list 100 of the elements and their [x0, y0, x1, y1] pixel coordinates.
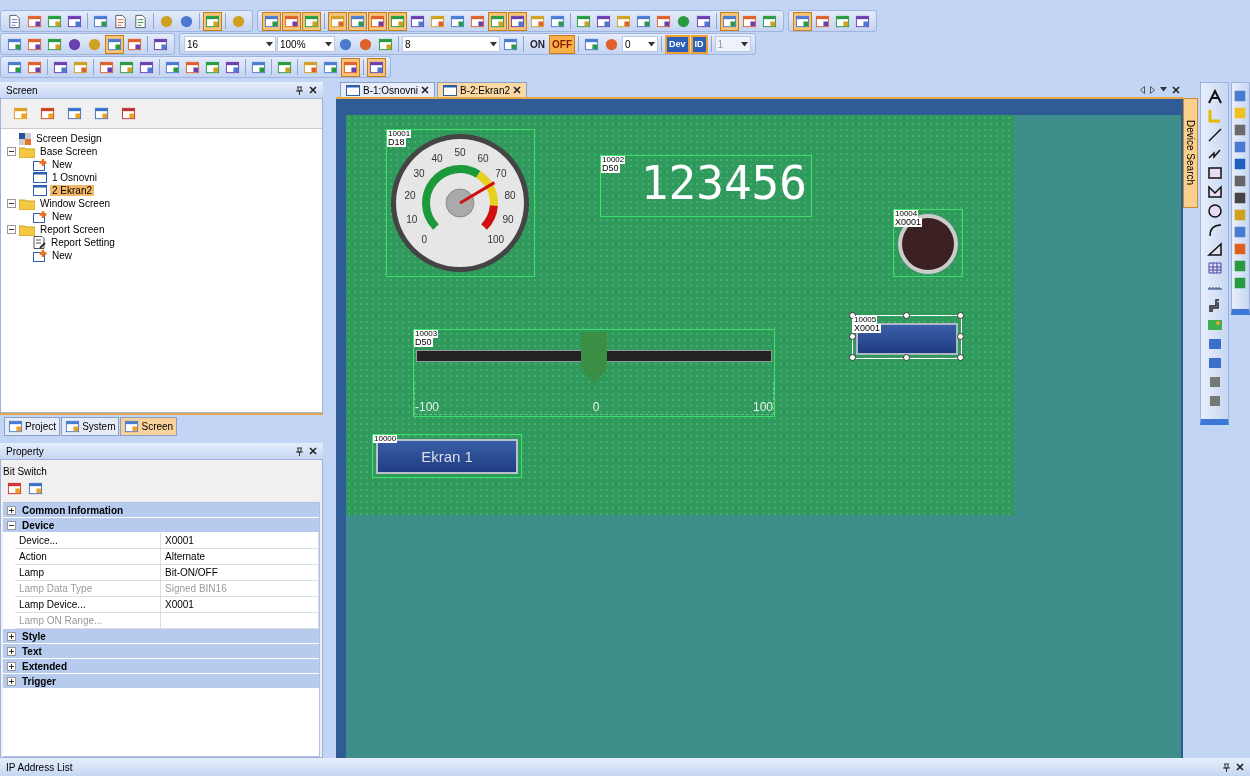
panel-tab[interactable]: Project — [4, 417, 61, 436]
close-icon[interactable] — [309, 86, 317, 94]
pin-icon[interactable] — [296, 446, 303, 456]
caret-icon[interactable] — [490, 41, 497, 47]
collapse-icon[interactable] — [7, 147, 16, 156]
toolbar-button[interactable] — [262, 11, 281, 31]
editor-tab[interactable]: B-1:Osnovni — [340, 82, 436, 97]
tree-item[interactable]: 2 Ekran2 — [50, 185, 95, 196]
scroll-right-icon[interactable] — [1150, 85, 1155, 94]
object-frame[interactable]: 10004 X0001 — [893, 209, 963, 277]
expand-icon[interactable] — [7, 631, 16, 641]
tree-item[interactable]: Screen Design — [34, 133, 104, 144]
property-value[interactable]: X0001 — [161, 533, 319, 548]
property-group-header[interactable]: Extended — [22, 660, 67, 672]
tree-item[interactable]: New — [50, 159, 74, 170]
selection-handle[interactable] — [849, 354, 856, 361]
object-frame[interactable]: 10001 D18 0 10 20 30 40 50 60 70 80 90 100 — [386, 129, 535, 277]
editor-tab[interactable]: B-2:Ekran2 — [437, 82, 528, 97]
collapse-icon[interactable] — [7, 520, 16, 530]
object-frame[interactable]: 10002 D50 123456 — [600, 155, 812, 217]
side-tab[interactable]: Device Search — [1183, 98, 1199, 208]
expand-icon[interactable] — [7, 646, 16, 656]
selection-handle[interactable] — [957, 312, 964, 319]
property-group-header[interactable]: Style — [22, 630, 46, 642]
device-display-button[interactable]: Dev — [665, 34, 690, 54]
toolbar-button[interactable] — [488, 11, 507, 31]
panel-tab[interactable]: Screen — [120, 417, 178, 436]
caret-icon[interactable] — [1160, 87, 1167, 92]
slider-track[interactable] — [416, 350, 772, 362]
toolbar-button[interactable] — [302, 11, 321, 31]
tree-item[interactable]: New — [50, 250, 74, 261]
close-icon[interactable] — [513, 86, 522, 94]
text-tool-icon[interactable] — [1206, 89, 1223, 105]
caret-icon[interactable] — [325, 41, 332, 47]
property-group-header[interactable]: Device — [22, 519, 55, 531]
tree-item[interactable]: Window Screen — [38, 198, 113, 209]
close-icon[interactable] — [421, 86, 430, 94]
property-group-header[interactable]: Text — [22, 645, 42, 657]
toolbar-button[interactable] — [388, 11, 407, 31]
font-size-dropdown[interactable]: 16 — [184, 36, 276, 52]
object-frame[interactable]: 10005 X0001 — [852, 315, 962, 359]
object-tool-icon[interactable] — [1233, 225, 1248, 239]
tree-item[interactable]: Base Screen — [38, 146, 100, 157]
close-icon[interactable] — [1236, 763, 1244, 771]
toolbar-button[interactable] — [367, 57, 386, 77]
circle-icon[interactable] — [1206, 203, 1223, 219]
toolbar-button[interactable] — [105, 34, 124, 54]
pin-icon[interactable] — [296, 85, 303, 95]
collapse-icon[interactable] — [7, 225, 16, 234]
tree-item[interactable]: Report Screen — [38, 224, 107, 235]
expand-icon[interactable] — [7, 661, 16, 671]
sector-icon[interactable] — [1206, 241, 1223, 257]
toolbar-button[interactable] — [341, 57, 360, 77]
toolbar-button[interactable] — [203, 11, 222, 31]
line-icon[interactable] — [1206, 127, 1223, 143]
zoom-dropdown[interactable]: 100% — [277, 36, 335, 52]
rectangle-icon[interactable] — [1206, 165, 1223, 181]
object-tool-icon[interactable] — [1233, 123, 1248, 137]
caret-icon[interactable] — [648, 41, 655, 47]
property-value[interactable]: Alternate — [161, 549, 319, 564]
property-value[interactable]: X0001 — [161, 597, 319, 612]
table-icon[interactable] — [1206, 260, 1223, 276]
toolbar-button[interactable] — [368, 11, 387, 31]
tree-item[interactable]: New — [50, 211, 74, 222]
object-tool-icon[interactable] — [1233, 157, 1248, 171]
caret-icon[interactable] — [740, 41, 748, 47]
object-tool-icon[interactable] — [1233, 174, 1248, 188]
close-icon[interactable] — [309, 447, 317, 455]
bit-switch[interactable] — [856, 323, 958, 355]
object-tool-icon[interactable] — [1233, 140, 1248, 154]
property-group-header[interactable]: Trigger — [22, 675, 56, 687]
toolbar-button[interactable] — [282, 11, 301, 31]
selection-handle[interactable] — [849, 333, 856, 340]
selection-handle[interactable] — [903, 312, 910, 319]
toolbar-button[interactable] — [508, 11, 527, 31]
collapse-icon[interactable] — [7, 199, 16, 208]
object-frame[interactable]: 10003 D50 -100 0 100 — [413, 329, 775, 417]
object-tool-icon[interactable] — [1233, 89, 1248, 103]
expand-icon[interactable] — [7, 676, 16, 686]
tree-item[interactable]: 1 Osnovni — [50, 172, 100, 183]
object-tool-icon[interactable] — [1233, 191, 1248, 205]
property-value[interactable]: Bit-ON/OFF — [161, 565, 319, 580]
toolbar-button[interactable] — [793, 11, 812, 31]
object-frame[interactable]: 10000 Ekran 1 — [372, 434, 522, 478]
toolbar-button[interactable] — [348, 11, 367, 31]
slider-thumb[interactable] — [581, 332, 607, 384]
selection-handle[interactable] — [903, 354, 910, 361]
step-dropdown[interactable]: 0 — [622, 36, 658, 52]
caret-icon[interactable] — [266, 41, 273, 47]
selection-handle[interactable] — [849, 312, 856, 319]
toolbar-button[interactable] — [720, 11, 739, 31]
tree-item[interactable]: Report Setting — [49, 237, 117, 248]
expand-icon[interactable] — [7, 505, 16, 515]
panel-tab[interactable]: System — [61, 417, 120, 436]
polygon-icon[interactable] — [1206, 184, 1223, 200]
grid-dropdown[interactable]: 8 — [402, 36, 500, 52]
arc-icon[interactable] — [1206, 222, 1223, 238]
state-toggle-button[interactable]: ON — [527, 34, 548, 54]
state-toggle-button[interactable]: OFF — [549, 34, 575, 54]
pin-icon[interactable] — [1223, 762, 1230, 772]
